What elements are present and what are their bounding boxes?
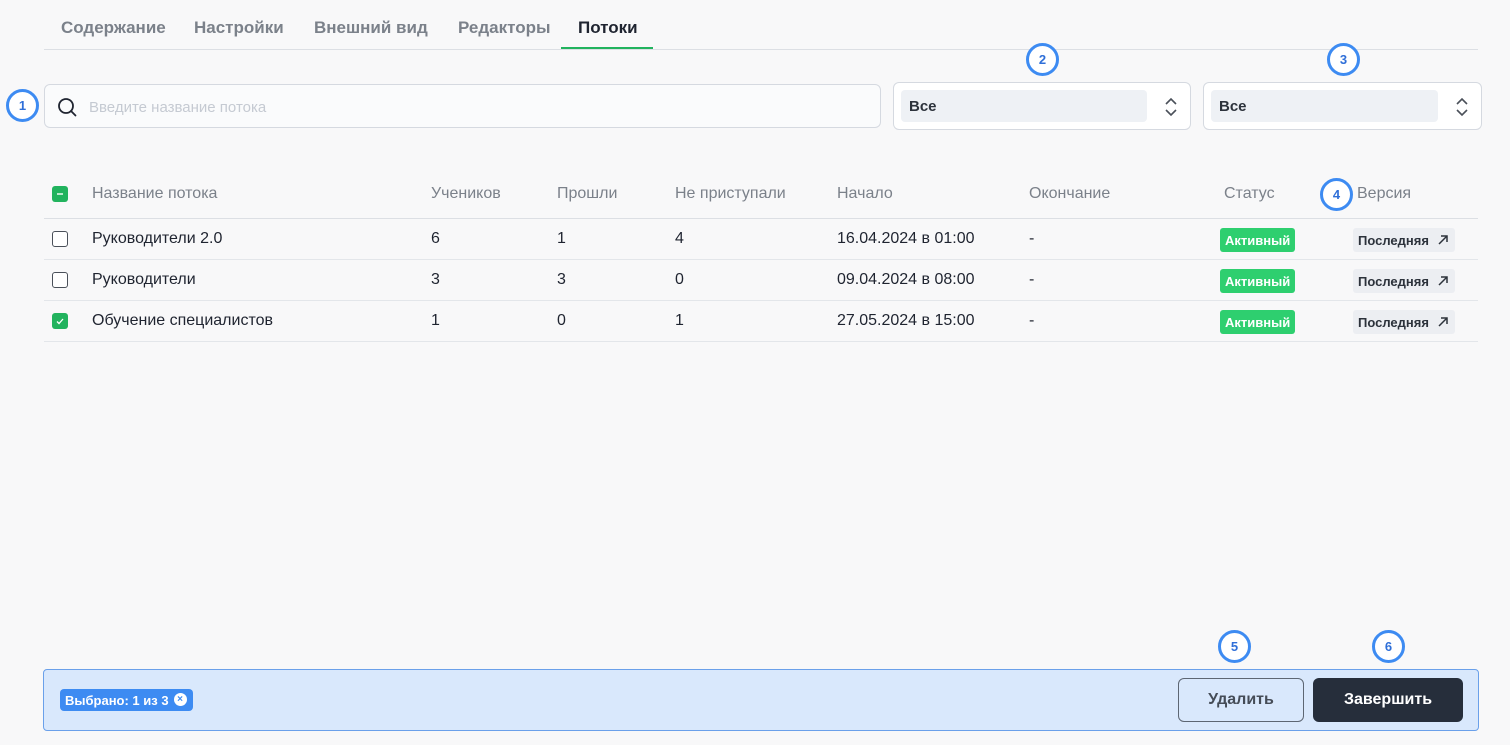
start-date: 09.04.2024 в 08:00 <box>837 271 975 288</box>
row-checkbox[interactable] <box>52 272 68 288</box>
tab-content[interactable]: Содержание <box>61 18 166 38</box>
search-box <box>44 84 881 128</box>
check-icon <box>56 318 64 325</box>
stream-name: Обучение специалистов <box>92 312 273 329</box>
row-checkbox[interactable] <box>52 313 68 329</box>
column-header-students[interactable]: Учеников <box>431 185 501 203</box>
clear-selection-icon[interactable]: × <box>173 693 187 706</box>
column-header-not-started[interactable]: Не приступали <box>675 185 786 203</box>
filter-select-2-value: Все <box>1211 90 1438 122</box>
not-started-count: 4 <box>675 230 684 247</box>
filter-select-1[interactable]: Все <box>893 82 1191 130</box>
table-row[interactable]: Руководители 3 3 0 09.04.2024 в 08:00 - … <box>44 260 1478 301</box>
chevron-updown-icon <box>1456 97 1468 117</box>
version-link[interactable]: Последняя <box>1353 310 1455 334</box>
students-count: 6 <box>431 230 440 247</box>
not-started-count: 0 <box>675 271 684 288</box>
arrow-up-right-icon <box>1438 317 1448 327</box>
column-header-start[interactable]: Начало <box>837 185 893 203</box>
end-date: - <box>1029 230 1035 247</box>
tab-editors[interactable]: Редакторы <box>458 18 551 38</box>
passed-count: 0 <box>557 312 566 329</box>
status-badge: Активный <box>1220 310 1296 334</box>
annotation-marker-2: 2 <box>1026 43 1059 76</box>
annotation-marker-3: 3 <box>1327 43 1360 76</box>
filter-select-1-value: Все <box>901 90 1147 122</box>
column-header-name[interactable]: Название потока <box>92 185 217 203</box>
version-label: Последняя <box>1358 315 1429 330</box>
version-label: Последняя <box>1358 233 1429 248</box>
selection-count-chip: Выбрано: 1 из 3 × <box>60 689 193 711</box>
table-row[interactable]: Руководители 2.0 6 1 4 16.04.2024 в 01:0… <box>44 219 1478 260</box>
arrow-up-right-icon <box>1438 235 1448 245</box>
chevron-updown-icon <box>1165 97 1177 117</box>
annotation-marker-6: 6 <box>1372 630 1405 663</box>
row-checkbox[interactable] <box>52 231 68 247</box>
students-count: 3 <box>431 271 440 288</box>
start-date: 16.04.2024 в 01:00 <box>837 230 975 247</box>
tab-streams[interactable]: Потоки <box>578 18 638 38</box>
delete-button[interactable]: Удалить <box>1178 678 1304 722</box>
finish-button[interactable]: Завершить <box>1313 678 1463 722</box>
select-all-checkbox[interactable] <box>52 186 68 202</box>
end-date: - <box>1029 312 1035 329</box>
selection-count-label: Выбрано: 1 из 3 <box>65 693 169 708</box>
search-input[interactable] <box>89 95 849 119</box>
annotation-marker-1: 1 <box>6 89 39 122</box>
tab-appearance[interactable]: Внешний вид <box>314 18 428 38</box>
annotation-marker-5: 5 <box>1218 630 1251 663</box>
arrow-up-right-icon <box>1438 276 1448 286</box>
tab-settings[interactable]: Настройки <box>194 18 284 38</box>
status-badge: Активный <box>1220 228 1296 252</box>
students-count: 1 <box>431 312 440 329</box>
streams-table: Название потока Учеников Прошли Не прист… <box>44 170 1478 342</box>
status-badge: Активный <box>1220 269 1296 293</box>
table-row[interactable]: Обучение специалистов 1 0 1 27.05.2024 в… <box>44 301 1478 342</box>
search-icon <box>58 98 77 117</box>
filter-select-2[interactable]: Все <box>1203 82 1482 130</box>
passed-count: 1 <box>557 230 566 247</box>
stream-name: Руководители <box>92 271 196 288</box>
stream-name: Руководители 2.0 <box>92 230 223 247</box>
table-header: Название потока Учеников Прошли Не прист… <box>44 170 1478 219</box>
version-link[interactable]: Последняя <box>1353 269 1455 293</box>
column-header-end[interactable]: Окончание <box>1029 185 1110 203</box>
tab-bar: Содержание Настройки Внешний вид Редакто… <box>44 10 1478 50</box>
end-date: - <box>1029 271 1035 288</box>
passed-count: 3 <box>557 271 566 288</box>
bulk-action-bar: Выбрано: 1 из 3 × Удалить Завершить <box>43 669 1479 731</box>
version-label: Последняя <box>1358 274 1429 289</box>
start-date: 27.05.2024 в 15:00 <box>837 312 975 329</box>
column-header-status[interactable]: Статус <box>1224 185 1275 203</box>
not-started-count: 1 <box>675 312 684 329</box>
column-header-passed[interactable]: Прошли <box>557 185 617 203</box>
minus-icon <box>57 193 63 195</box>
version-link[interactable]: Последняя <box>1353 228 1455 252</box>
active-tab-indicator <box>561 47 653 49</box>
column-header-version[interactable]: Версия <box>1357 185 1411 203</box>
